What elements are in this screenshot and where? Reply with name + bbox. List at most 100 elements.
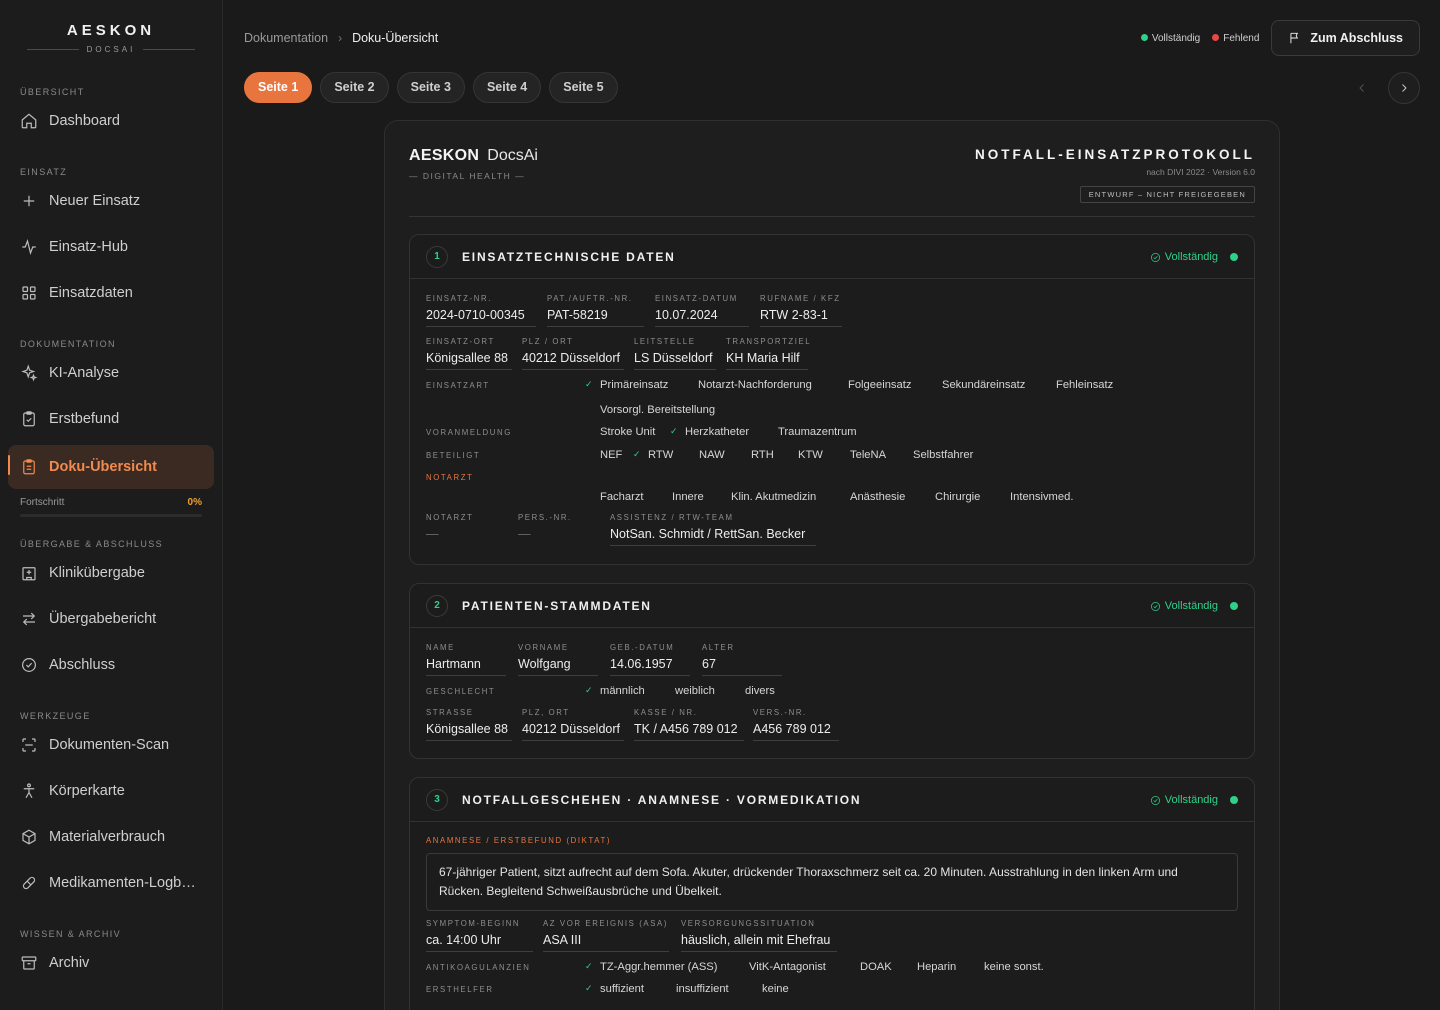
- checkbox-option[interactable]: insuffizient: [660, 983, 729, 995]
- sidebar-item-erstbefund[interactable]: Erstbefund: [8, 399, 214, 439]
- sidebar-item-archiv[interactable]: Archiv: [8, 943, 214, 983]
- einsatz-ort-field[interactable]: Königsallee 88: [426, 351, 512, 370]
- checkbox-option[interactable]: Fehleinsatz: [1040, 379, 1113, 391]
- checkbox-option[interactable]: KTW: [782, 449, 823, 461]
- checkbox-option[interactable]: Chirurgie: [919, 491, 980, 503]
- rufname-field[interactable]: RTW 2-83-1: [760, 308, 842, 327]
- transportziel-field[interactable]: KH Maria Hilf: [726, 351, 808, 370]
- checkbox-option[interactable]: NAW: [683, 449, 725, 461]
- checkbox-option[interactable]: Herzkatheter: [669, 426, 749, 438]
- versorgungssituation-field[interactable]: häuslich, allein mit Ehefrau: [681, 933, 837, 952]
- sidebar-item-ki-analyse[interactable]: KI-Analyse: [8, 353, 214, 393]
- check-circle-icon: [1150, 795, 1160, 805]
- checkbox-option[interactable]: keine: [746, 983, 789, 995]
- pager: [1346, 72, 1420, 104]
- section-label-wissen: WISSEN & ARCHIV: [20, 929, 122, 939]
- checkbox-option[interactable]: Anästhesie: [834, 491, 905, 503]
- prev-page-button[interactable]: [1346, 72, 1378, 104]
- home-icon: [21, 113, 37, 129]
- sidebar-item-koerperkarte[interactable]: Körperkarte: [8, 771, 214, 811]
- pat-nr-field[interactable]: PAT-58219: [547, 308, 644, 327]
- assistenz-field[interactable]: NotSan. Schmidt / RettSan. Becker: [610, 527, 816, 546]
- sidebar-item-label: Übergabebericht: [49, 611, 157, 627]
- section-header[interactable]: 1 EINSATZTECHNISCHE DATEN Vollständig: [410, 235, 1254, 279]
- anamnese-textarea[interactable]: 67-jähriger Patient, sitzt aufrecht auf …: [426, 853, 1238, 911]
- strasse-field[interactable]: Königsallee 88: [426, 722, 512, 741]
- tab-seite-1[interactable]: Seite 1: [244, 72, 313, 103]
- section-label-einsatz: EINSATZ: [20, 167, 68, 177]
- section-header[interactable]: 2 PATIENTEN-STAMMDATEN Vollständig: [410, 584, 1254, 628]
- breadcrumb-item-dokumentation[interactable]: Dokumentation: [244, 31, 328, 45]
- plz-ort-field[interactable]: 40212 Düsseldorf: [522, 351, 624, 370]
- checkbox-option[interactable]: männlich: [584, 685, 645, 697]
- check-circle-icon: [22, 658, 36, 672]
- checkbox-option[interactable]: VitK-Antagonist: [733, 961, 826, 973]
- breadcrumb: Dokumentation › Doku-Übersicht: [244, 31, 438, 45]
- az-asa-field[interactable]: ASA III: [543, 933, 669, 952]
- field-label: ERSTHELFER: [426, 985, 494, 994]
- field-label: ALTER: [702, 643, 735, 652]
- sidebar-item-neuer-einsatz[interactable]: Neuer Einsatz: [8, 181, 214, 221]
- plz-ort-field[interactable]: 40212 Düsseldorf: [522, 722, 624, 741]
- checkbox-option[interactable]: Vorsorgl. Bereitstellung: [584, 404, 715, 416]
- sidebar-item-doku-uebersicht[interactable]: Doku-Übersicht: [8, 445, 214, 489]
- checkbox-option[interactable]: suffizient: [584, 983, 644, 995]
- tab-seite-3[interactable]: Seite 3: [396, 72, 465, 103]
- checkbox-option[interactable]: Notarzt-Nachforderung: [682, 379, 812, 391]
- grid-icon: [22, 286, 36, 300]
- checkbox-option[interactable]: RTH: [735, 449, 774, 461]
- name-field[interactable]: Hartmann: [426, 657, 506, 676]
- status-dot: [1230, 602, 1238, 610]
- section-number: 3: [426, 789, 448, 811]
- symptom-beginn-field[interactable]: ca. 14:00 Uhr: [426, 933, 533, 952]
- sidebar-item-medikamenten-logbuch[interactable]: Medikamenten-Logb…: [8, 863, 214, 903]
- checkbox-option[interactable]: TeleNA: [834, 449, 886, 461]
- tab-seite-5[interactable]: Seite 5: [549, 72, 618, 103]
- section-title: PATIENTEN-STAMMDATEN: [462, 599, 652, 613]
- einsatz-datum-field[interactable]: 10.07.2024: [655, 308, 749, 327]
- checkbox-option[interactable]: Intensivmed.: [994, 491, 1073, 503]
- field-label: PERS.-NR.: [518, 513, 572, 522]
- notarzt-field[interactable]: —: [426, 527, 506, 546]
- sidebar-item-dashboard[interactable]: Dashboard: [8, 101, 214, 141]
- vorname-field[interactable]: Wolfgang: [518, 657, 598, 676]
- checkbox-option[interactable]: Facharzt: [584, 491, 644, 503]
- pill-icon: [22, 876, 36, 890]
- checkbox-option[interactable]: Sekundäreinsatz: [926, 379, 1025, 391]
- checkbox-option[interactable]: divers: [729, 685, 775, 697]
- sidebar-item-einsatzdaten[interactable]: Einsatzdaten: [8, 273, 214, 313]
- checkbox-option[interactable]: Traumazentrum: [762, 426, 857, 438]
- checkbox-option[interactable]: NEF: [584, 449, 622, 461]
- tab-seite-2[interactable]: Seite 2: [320, 72, 389, 103]
- sidebar-item-einsatz-hub[interactable]: Einsatz-Hub: [8, 227, 214, 267]
- sidebar-item-abschluss[interactable]: Abschluss: [8, 645, 214, 685]
- geb-datum-field[interactable]: 14.06.1957: [610, 657, 690, 676]
- sidebar-item-dokumenten-scan[interactable]: Dokumenten-Scan: [8, 725, 214, 765]
- checkbox-option[interactable]: Primäreinsatz: [584, 379, 668, 391]
- checkbox-option[interactable]: Selbstfahrer: [897, 449, 973, 461]
- next-page-button[interactable]: [1388, 72, 1420, 104]
- section-notfallgeschehen: 3 NOTFALLGESCHEHEN · ANAMNESE · VORMEDIK…: [409, 777, 1255, 1010]
- checkbox-option[interactable]: Innere: [656, 491, 704, 503]
- sidebar-item-materialverbrauch[interactable]: Materialverbrauch: [8, 817, 214, 857]
- sidebar-item-klinikuebergabe[interactable]: Klinikübergabe: [8, 553, 214, 593]
- section-header[interactable]: 3 NOTFALLGESCHEHEN · ANAMNESE · VORMEDIK…: [410, 778, 1254, 822]
- checkbox-option[interactable]: Folgeeinsatz: [832, 379, 911, 391]
- einsatz-nr-field[interactable]: 2024-0710-00345: [426, 308, 536, 327]
- checkbox-option[interactable]: Stroke Unit: [584, 426, 655, 438]
- checkbox-option[interactable]: keine sonst.: [968, 961, 1044, 973]
- checkbox-option[interactable]: TZ-Aggr.hemmer (ASS): [584, 961, 718, 973]
- kasse-field[interactable]: TK / A456 789 012: [634, 722, 744, 741]
- checkbox-option[interactable]: DOAK: [844, 961, 892, 973]
- checkbox-option[interactable]: weiblich: [659, 685, 715, 697]
- tab-seite-4[interactable]: Seite 4: [472, 72, 542, 103]
- alter-field[interactable]: 67: [702, 657, 782, 676]
- leitstelle-field[interactable]: LS Düsseldorf: [634, 351, 716, 370]
- checkbox-option[interactable]: Heparin: [901, 961, 956, 973]
- sidebar-item-uebergabebericht[interactable]: Übergabebericht: [8, 599, 214, 639]
- checkbox-option[interactable]: RTW: [632, 449, 673, 461]
- zum-abschluss-button[interactable]: Zum Abschluss: [1271, 20, 1420, 56]
- checkbox-option[interactable]: Klin. Akutmedizin: [715, 491, 816, 503]
- pers-nr-field[interactable]: —: [518, 527, 598, 546]
- vers-nr-field[interactable]: A456 789 012: [753, 722, 839, 741]
